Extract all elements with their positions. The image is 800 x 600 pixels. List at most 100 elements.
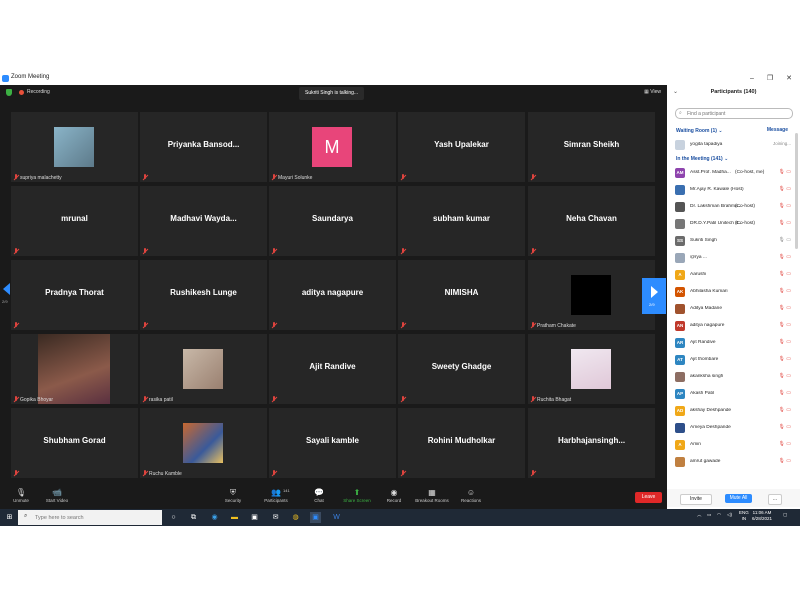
participant-tile[interactable]: Yash Upalekar (398, 112, 525, 182)
participant-tile[interactable]: supriya malachetty (11, 112, 138, 182)
participant-tile[interactable]: rasika patil (140, 334, 267, 404)
participant-tile[interactable]: Priyanka Bansod... (140, 112, 267, 182)
mic-video-status-icon: 🎙 ▭ (778, 288, 791, 294)
participant-row[interactable]: AM Asst.Prof. Madha... (Co-host, me) 🎙 ▭ (673, 166, 795, 180)
encryption-shield-icon[interactable] (6, 89, 12, 96)
wifi-icon[interactable]: ◠ (717, 512, 721, 518)
participant-row[interactable]: A Amin 🎙 ▭ (673, 438, 795, 452)
participant-name-label: rasika patil (149, 397, 173, 403)
participant-tile[interactable]: Sayali kamble (269, 408, 396, 478)
participants-count: 141 (283, 488, 290, 493)
next-page-button[interactable]: 2/9 (642, 278, 666, 314)
store-icon[interactable]: ▣ (249, 512, 260, 523)
participants-button[interactable]: 👥 141 Participants (262, 488, 290, 503)
participant-row[interactable]: AR Ajit Randive 🎙 ▭ (673, 336, 795, 350)
waiting-participant[interactable]: yogita tapadiya Joining... (673, 138, 795, 152)
previous-page-button[interactable]: 2/9 (0, 275, 14, 311)
zoom-taskbar-icon[interactable]: ▣ (310, 512, 321, 523)
muted-mic-icon (400, 396, 406, 402)
participant-row[interactable]: Ameya Deshpande 🎙 ▭ (673, 421, 795, 435)
reactions-button[interactable]: ☺ Reactions (460, 488, 482, 503)
network-icon[interactable]: ▭ (707, 512, 711, 518)
participant-tile[interactable]: Sweety Ghadge (398, 334, 525, 404)
mute-all-button[interactable]: Mute All (725, 494, 752, 503)
participant-tile[interactable]: aditya nagapure (269, 260, 396, 330)
participant-tile[interactable]: Rushikesh Lunge (140, 260, 267, 330)
participant-row[interactable]: AN aditya nagapure 🎙 ▭ (673, 319, 795, 333)
in-meeting-header[interactable]: In the Meeting (141) ⌄ (676, 156, 728, 162)
language-indicator[interactable]: ENG IN (739, 510, 749, 522)
participant-row[interactable]: AK Abhilasha Kumari 🎙 ▭ (673, 285, 795, 299)
participant-row[interactable]: Aditya Madane 🎙 ▭ (673, 302, 795, 316)
avatar (675, 457, 685, 467)
participant-row[interactable]: AD akshay Deshpande 🎙 ▭ (673, 404, 795, 418)
chrome-icon[interactable]: ◍ (290, 512, 301, 523)
participant-tile[interactable]: subham kumar (398, 186, 525, 256)
participant-name: Akash Patil (690, 391, 714, 396)
edge-icon[interactable]: ◉ (209, 512, 220, 523)
participant-row[interactable]: DR.D.Y.Patil Unitech S... (Co-host) 🎙 ▭ (673, 217, 795, 231)
participant-row[interactable]: amrut gawade 🎙 ▭ (673, 455, 795, 469)
leave-button[interactable]: Leave (635, 492, 662, 503)
unmute-button[interactable]: 🎙 Unmute (8, 488, 34, 503)
participant-tile[interactable]: M Mayuri Solunke (269, 112, 396, 182)
participant-display-name: NIMISHA (444, 288, 479, 297)
participant-display-name: Shubham Gorad (43, 436, 106, 445)
minimize-button[interactable]: – (745, 73, 759, 85)
participant-tile[interactable]: Shubham Gorad (11, 408, 138, 478)
taskbar-search[interactable]: ⌕ (18, 510, 162, 525)
panel-title: Participants (140) (710, 89, 757, 95)
volume-icon[interactable]: ◁) (727, 512, 732, 518)
participant-tile[interactable]: Madhavi Wayda... (140, 186, 267, 256)
breakout-rooms-button[interactable]: ▦ Breakout Rooms (414, 488, 450, 503)
chat-button[interactable]: 💬 Chat (311, 488, 327, 503)
participant-tile[interactable]: Ruchu Kamble (140, 408, 267, 478)
invite-button[interactable]: Invite (680, 494, 712, 505)
participant-search-input[interactable] (687, 109, 787, 118)
participant-row[interactable]: Mr.Ajay R. Kawale (Host) 🎙 ▭ (673, 183, 795, 197)
participant-row[interactable]: A Aarushi 🎙 ▭ (673, 268, 795, 282)
record-button[interactable]: ◉ Record (385, 488, 403, 503)
task-view-icon[interactable]: ⧉ (188, 512, 199, 523)
windows-start-icon[interactable]: ⊞ (4, 512, 15, 523)
participant-tile[interactable]: Gopika Bhoyar (11, 334, 138, 404)
participant-row[interactable]: AT Ajit thombare 🎙 ▭ (673, 353, 795, 367)
view-button[interactable]: ▦ View (644, 89, 661, 95)
notifications-icon[interactable]: ▢ (783, 512, 787, 518)
close-button[interactable]: ✕ (782, 73, 796, 85)
tray-chevron-icon[interactable]: ︿ (697, 512, 702, 518)
scrollbar[interactable] (795, 133, 798, 249)
taskbar-search-input[interactable] (35, 512, 155, 523)
participant-tile[interactable]: Simran Sheikh (528, 112, 655, 182)
participant-row[interactable]: SS Sukriti Singh 🎙 ▭ (673, 234, 795, 248)
security-button[interactable]: ⛨ Security (221, 488, 245, 503)
participant-row[interactable]: @rya ... 🎙 ▭ (673, 251, 795, 265)
word-icon[interactable]: W (331, 512, 342, 523)
participant-tile[interactable]: Pratham Chakate (528, 260, 655, 330)
more-options-button[interactable]: ... (768, 494, 782, 505)
participant-tile[interactable]: mrunal (11, 186, 138, 256)
participant-row[interactable]: AP Akash Patil 🎙 ▭ (673, 387, 795, 401)
participant-row[interactable]: akanksha singh 🎙 ▭ (673, 370, 795, 384)
start-video-button[interactable]: 📹 Start Video (44, 488, 70, 503)
waiting-room-header[interactable]: Waiting Room (1) ⌄ (676, 128, 723, 134)
avatar (675, 140, 685, 150)
message-link[interactable]: Message (767, 127, 788, 133)
participant-tile[interactable]: Harbhajansingh... (528, 408, 655, 478)
participant-tile[interactable]: NIMISHA (398, 260, 525, 330)
share-screen-button[interactable]: ⬆ Share Screen (341, 488, 373, 503)
participant-tile[interactable]: Pradnya Thorat (11, 260, 138, 330)
participant-tile[interactable]: Rohini Mudholkar (398, 408, 525, 478)
participant-tile[interactable]: Ajit Randive (269, 334, 396, 404)
mail-icon[interactable]: ✉ (270, 512, 281, 523)
participant-search[interactable]: ⌕ (675, 108, 793, 119)
clock[interactable]: 11:06 AM 6/28/2021 (752, 510, 772, 522)
participant-tile[interactable]: Saundarya (269, 186, 396, 256)
participant-tile[interactable]: Ruchita Bhagat (528, 334, 655, 404)
file-explorer-icon[interactable]: ▬ (229, 512, 240, 523)
participant-row[interactable]: Dr. Lakshman Brahma... (Co-host) 🎙 ▭ (673, 200, 795, 214)
cortana-icon[interactable]: ○ (168, 512, 179, 523)
participant-tile[interactable]: Neha Chavan (528, 186, 655, 256)
maximize-button[interactable]: ❐ (763, 73, 777, 85)
participant-display-name: Ajit Randive (309, 362, 356, 371)
